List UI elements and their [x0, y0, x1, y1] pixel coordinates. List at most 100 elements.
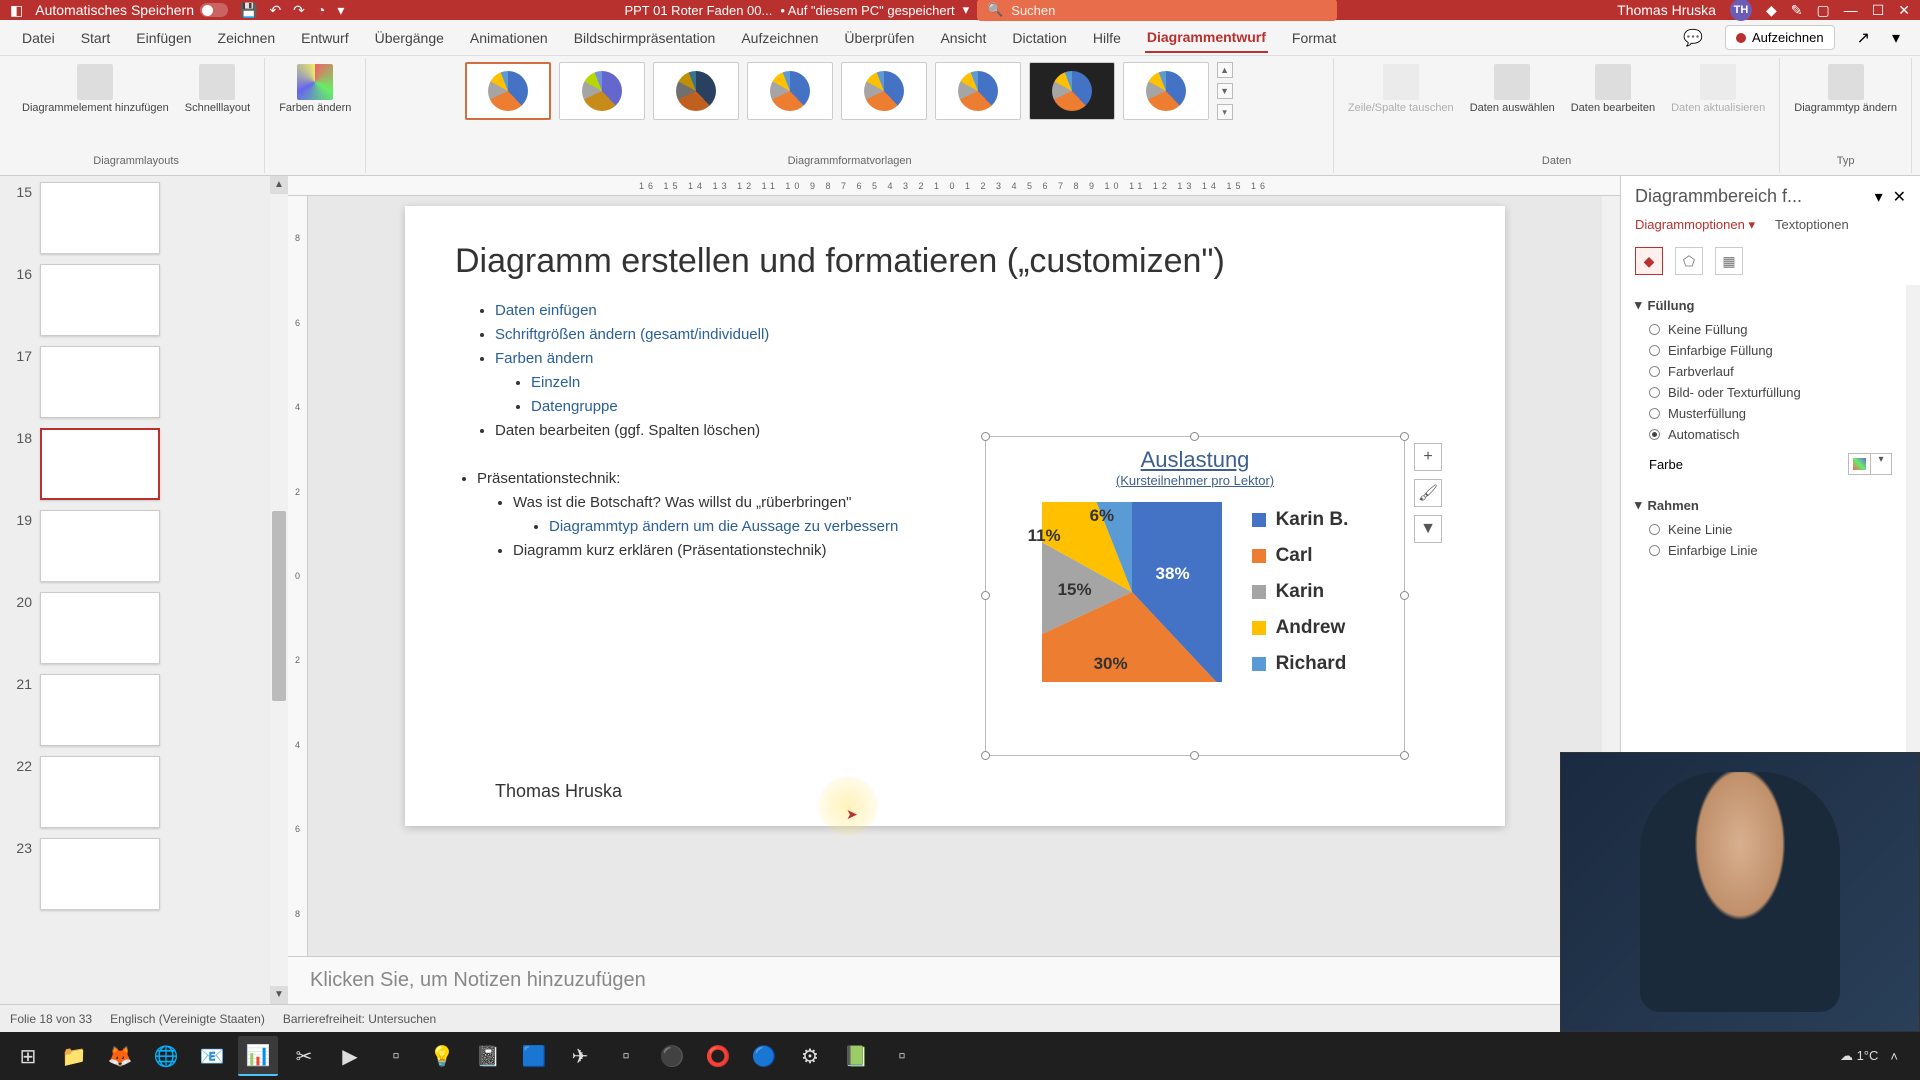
app-icon[interactable]: 💡: [422, 1036, 462, 1076]
onenote-icon[interactable]: 📓: [468, 1036, 508, 1076]
chart-style-3[interactable]: [653, 62, 739, 120]
chart-styles-button[interactable]: 🖌: [1414, 479, 1442, 507]
user-name[interactable]: Thomas Hruska: [1617, 2, 1716, 18]
effects-tab-icon[interactable]: ⬠: [1675, 247, 1703, 275]
app-icon[interactable]: ▫: [376, 1036, 416, 1076]
chart-style-8[interactable]: [1123, 62, 1209, 120]
tab-format[interactable]: Format: [1290, 24, 1338, 52]
tab-bildschirmpraesentation[interactable]: Bildschirmpräsentation: [572, 24, 718, 52]
slide-thumb-21[interactable]: [40, 674, 160, 746]
tab-uebergaenge[interactable]: Übergänge: [373, 24, 446, 52]
collapse-ribbon-icon[interactable]: ▾: [1892, 28, 1900, 48]
telegram-icon[interactable]: ✈: [560, 1036, 600, 1076]
chart-style-2[interactable]: [559, 62, 645, 120]
resize-handle[interactable]: [1400, 591, 1409, 600]
resize-handle[interactable]: [981, 432, 990, 441]
slide-canvas[interactable]: Diagramm erstellen und formatieren („cus…: [405, 206, 1505, 826]
resize-handle[interactable]: [981, 591, 990, 600]
chrome-icon[interactable]: 🌐: [146, 1036, 186, 1076]
add-chart-element-button[interactable]: Diagrammelement hinzufügen: [18, 62, 173, 117]
resize-handle[interactable]: [1190, 751, 1199, 760]
tab-aufzeichnen[interactable]: Aufzeichnen: [739, 24, 820, 52]
fill-option-solid[interactable]: Einfarbige Füllung: [1649, 340, 1892, 361]
fill-line-tab-icon[interactable]: ◆: [1635, 247, 1663, 275]
save-icon[interactable]: 💾: [240, 2, 257, 19]
app-icon[interactable]: ▫: [606, 1036, 646, 1076]
slide-thumb-22[interactable]: [40, 756, 160, 828]
fill-option-picture[interactable]: Bild- oder Texturfüllung: [1649, 382, 1892, 403]
chart-style-4[interactable]: [747, 62, 833, 120]
fill-option-automatic[interactable]: Automatisch: [1649, 424, 1892, 445]
chevron-down-icon[interactable]: ▾: [1875, 187, 1883, 207]
file-name[interactable]: PPT 01 Roter Faden 00...: [624, 3, 772, 18]
slide-thumb-17[interactable]: [40, 346, 160, 418]
select-data-button[interactable]: Daten auswählen: [1466, 62, 1559, 117]
window-icon[interactable]: ▢: [1816, 2, 1829, 19]
save-location[interactable]: • Auf "diesem PC" gespeichert: [780, 3, 954, 18]
settings-icon[interactable]: ⚙: [790, 1036, 830, 1076]
chart-elements-button[interactable]: +: [1414, 443, 1442, 471]
fill-option-gradient[interactable]: Farbverlauf: [1649, 361, 1892, 382]
toggle-switch[interactable]: [200, 3, 228, 17]
close-pane-icon[interactable]: ✕: [1893, 187, 1906, 207]
notes-pane[interactable]: Klicken Sie, um Notizen hinzuzufügen: [288, 956, 1620, 1004]
resize-handle[interactable]: [1400, 432, 1409, 441]
change-colors-button[interactable]: Farben ändern: [275, 62, 355, 117]
slide-thumb-20[interactable]: [40, 592, 160, 664]
excel-icon[interactable]: 📗: [836, 1036, 876, 1076]
change-chart-type-button[interactable]: Diagrammtyp ändern: [1790, 62, 1901, 117]
start-button[interactable]: ⊞: [8, 1036, 48, 1076]
slide-thumb-19[interactable]: [40, 510, 160, 582]
language-status[interactable]: Englisch (Vereinigte Staaten): [110, 1012, 265, 1026]
user-avatar[interactable]: TH: [1730, 0, 1752, 21]
chart-subtitle[interactable]: (Kursteilnehmer pro Lektor): [986, 473, 1404, 488]
tray-chevron-icon[interactable]: ˄: [1890, 1049, 1898, 1064]
tab-animationen[interactable]: Animationen: [468, 24, 550, 52]
powerpoint-icon[interactable]: 📊: [238, 1036, 278, 1076]
quick-layout-button[interactable]: Schnelllayout: [181, 62, 254, 117]
app-icon[interactable]: ⭕: [698, 1036, 738, 1076]
chart-filter-button[interactable]: ▼: [1414, 515, 1442, 543]
app-icon[interactable]: 🟦: [514, 1036, 554, 1076]
firefox-icon[interactable]: 🦊: [100, 1036, 140, 1076]
tab-ansicht[interactable]: Ansicht: [938, 24, 988, 52]
record-button[interactable]: Aufzeichnen: [1725, 25, 1835, 50]
tab-chart-options[interactable]: Diagrammoptionen ▾: [1635, 217, 1755, 233]
fill-color-picker[interactable]: ▾: [1848, 453, 1892, 475]
app-icon[interactable]: ▫: [882, 1036, 922, 1076]
slide-counter[interactable]: Folie 18 von 33: [10, 1012, 92, 1026]
border-section-header[interactable]: ▾ Rahmen: [1635, 491, 1892, 519]
slide-author[interactable]: Thomas Hruska: [495, 781, 622, 802]
slide-thumb-16[interactable]: [40, 264, 160, 336]
chart-style-5[interactable]: [841, 62, 927, 120]
chart-style-6[interactable]: [935, 62, 1021, 120]
chevron-down-icon[interactable]: ▾: [963, 2, 970, 18]
tab-datei[interactable]: Datei: [20, 24, 57, 52]
scroll-handle[interactable]: [272, 511, 286, 701]
vlc-icon[interactable]: ▶: [330, 1036, 370, 1076]
tab-start[interactable]: Start: [79, 24, 113, 52]
app-icon[interactable]: 🔵: [744, 1036, 784, 1076]
scroll-up-icon[interactable]: ▲: [270, 176, 288, 194]
fill-section-header[interactable]: ▾ Füllung: [1635, 291, 1892, 319]
resize-handle[interactable]: [1400, 751, 1409, 760]
edit-data-button[interactable]: Daten bearbeiten: [1567, 62, 1659, 117]
close-icon[interactable]: ✕: [1898, 2, 1910, 19]
pen-icon[interactable]: ✎: [1791, 2, 1803, 19]
pie-chart[interactable]: 38% 30% 15% 11% 6%: [1042, 502, 1222, 682]
fill-option-none[interactable]: Keine Füllung: [1649, 319, 1892, 340]
tab-text-options[interactable]: Textoptionen: [1775, 217, 1849, 233]
border-option-solid[interactable]: Einfarbige Linie: [1649, 540, 1892, 561]
snip-icon[interactable]: ✂: [284, 1036, 324, 1076]
chart-title[interactable]: Auslastung: [986, 437, 1404, 473]
maximize-icon[interactable]: ☐: [1872, 2, 1885, 19]
slide-thumb-23[interactable]: [40, 838, 160, 910]
size-tab-icon[interactable]: ▦: [1715, 247, 1743, 275]
tab-ueberpruefen[interactable]: Überprüfen: [842, 24, 916, 52]
scroll-down-icon[interactable]: ▼: [270, 986, 288, 1004]
minimize-icon[interactable]: —: [1844, 2, 1858, 18]
tab-dictation[interactable]: Dictation: [1010, 24, 1068, 52]
thumbs-scrollbar[interactable]: ▲ ▼: [270, 176, 288, 1004]
share-icon[interactable]: ↗: [1857, 28, 1870, 48]
redo-icon[interactable]: ↷: [293, 2, 305, 19]
